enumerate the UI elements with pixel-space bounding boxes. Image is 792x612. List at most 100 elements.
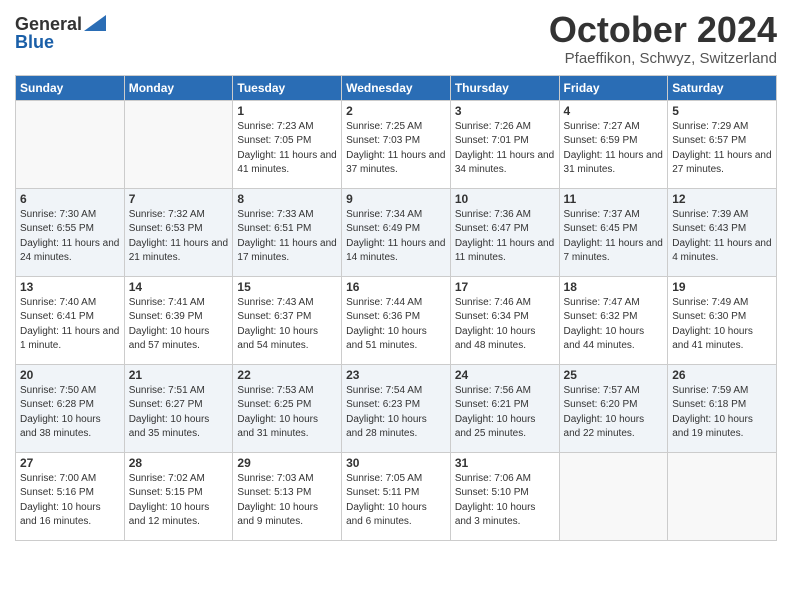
calendar-cell: 20 Sunrise: 7:50 AMSunset: 6:28 PMDayligh… — [16, 364, 125, 452]
calendar-cell — [124, 100, 233, 188]
calendar-cell: 8 Sunrise: 7:33 AMSunset: 6:51 PMDaylight… — [233, 188, 342, 276]
day-number: 14 — [129, 280, 229, 294]
day-info: Sunrise: 7:29 AMSunset: 6:57 PMDaylight:… — [672, 120, 772, 178]
calendar-cell: 27Sunrise: 7:00 AMSunset: 5:16 PMDayligh… — [16, 452, 125, 540]
calendar-cell: 10 Sunrise: 7:36 AMSunset: 6:47 PMDayligh… — [450, 188, 559, 276]
day-info: Sunrise: 7:00 AMSunset: 5:16 PMDaylight:… — [20, 472, 120, 530]
day-number: 28 — [129, 456, 229, 470]
column-header-wednesday: Wednesday — [342, 75, 451, 100]
calendar-week-row: 1 Sunrise: 7:23 AMSunset: 7:05 PMDaylight… — [16, 100, 777, 188]
column-header-tuesday: Tuesday — [233, 75, 342, 100]
calendar-cell: 26 Sunrise: 7:59 AMSunset: 6:18 PMDayligh… — [668, 364, 777, 452]
calendar-cell: 28 Sunrise: 7:02 AMSunset: 5:15 PMDayligh… — [124, 452, 233, 540]
logo-icon — [84, 15, 106, 31]
day-number: 6 — [20, 192, 120, 206]
calendar-cell: 18Sunrise: 7:47 AMSunset: 6:32 PMDayligh… — [559, 276, 668, 364]
calendar-cell: 19 Sunrise: 7:49 AMSunset: 6:30 PMDayligh… — [668, 276, 777, 364]
day-number: 21 — [129, 368, 229, 382]
calendar-cell: 25 Sunrise: 7:57 AMSunset: 6:20 PMDayligh… — [559, 364, 668, 452]
day-number: 20 — [20, 368, 120, 382]
day-info: Sunrise: 7:59 AMSunset: 6:18 PMDaylight:… — [672, 384, 772, 442]
day-info: Sunrise: 7:54 AMSunset: 6:23 PMDaylight:… — [346, 384, 446, 442]
calendar-cell: 13Sunrise: 7:40 AMSunset: 6:41 PMDayligh… — [16, 276, 125, 364]
logo-general-text: General — [15, 15, 82, 33]
location: Pfaeffikon, Schwyz, Switzerland — [549, 50, 777, 67]
calendar-cell: 6 Sunrise: 7:30 AMSunset: 6:55 PMDaylight… — [16, 188, 125, 276]
logo: General Blue — [15, 15, 106, 51]
calendar-cell — [559, 452, 668, 540]
day-number: 11 — [564, 192, 664, 206]
day-number: 22 — [237, 368, 337, 382]
day-info: Sunrise: 7:47 AMSunset: 6:32 PMDaylight:… — [564, 296, 664, 354]
calendar-cell: 12 Sunrise: 7:39 AMSunset: 6:43 PMDayligh… — [668, 188, 777, 276]
day-number: 12 — [672, 192, 772, 206]
column-header-friday: Friday — [559, 75, 668, 100]
day-info: Sunrise: 7:34 AMSunset: 6:49 PMDaylight:… — [346, 208, 446, 266]
calendar-cell: 23Sunrise: 7:54 AMSunset: 6:23 PMDayligh… — [342, 364, 451, 452]
day-number: 1 — [237, 104, 337, 118]
day-number: 26 — [672, 368, 772, 382]
calendar-cell — [668, 452, 777, 540]
column-header-saturday: Saturday — [668, 75, 777, 100]
day-info: Sunrise: 7:43 AMSunset: 6:37 PMDaylight:… — [237, 296, 337, 354]
calendar-week-row: 27Sunrise: 7:00 AMSunset: 5:16 PMDayligh… — [16, 452, 777, 540]
day-info: Sunrise: 7:33 AMSunset: 6:51 PMDaylight:… — [237, 208, 337, 266]
day-info: Sunrise: 7:50 AMSunset: 6:28 PMDaylight:… — [20, 384, 120, 442]
day-number: 5 — [672, 104, 772, 118]
day-number: 29 — [237, 456, 337, 470]
calendar-cell: 30 Sunrise: 7:05 AMSunset: 5:11 PMDayligh… — [342, 452, 451, 540]
day-info: Sunrise: 7:37 AMSunset: 6:45 PMDaylight:… — [564, 208, 664, 266]
calendar-cell — [16, 100, 125, 188]
calendar-cell: 24 Sunrise: 7:56 AMSunset: 6:21 PMDayligh… — [450, 364, 559, 452]
column-header-thursday: Thursday — [450, 75, 559, 100]
calendar-cell: 2Sunrise: 7:25 AMSunset: 7:03 PMDaylight… — [342, 100, 451, 188]
day-info: Sunrise: 7:36 AMSunset: 6:47 PMDaylight:… — [455, 208, 555, 266]
day-info: Sunrise: 7:32 AMSunset: 6:53 PMDaylight:… — [129, 208, 229, 266]
day-info: Sunrise: 7:06 AMSunset: 5:10 PMDaylight:… — [455, 472, 555, 530]
day-number: 7 — [129, 192, 229, 206]
day-number: 31 — [455, 456, 555, 470]
day-info: Sunrise: 7:53 AMSunset: 6:25 PMDaylight:… — [237, 384, 337, 442]
day-number: 15 — [237, 280, 337, 294]
day-number: 25 — [564, 368, 664, 382]
column-header-monday: Monday — [124, 75, 233, 100]
calendar-cell: 14 Sunrise: 7:41 AMSunset: 6:39 PMDayligh… — [124, 276, 233, 364]
calendar-cell: 4 Sunrise: 7:27 AMSunset: 6:59 PMDaylight… — [559, 100, 668, 188]
column-header-sunday: Sunday — [16, 75, 125, 100]
day-info: Sunrise: 7:40 AMSunset: 6:41 PMDaylight:… — [20, 296, 120, 354]
calendar-cell: 11 Sunrise: 7:37 AMSunset: 6:45 PMDayligh… — [559, 188, 668, 276]
calendar-cell: 3Sunrise: 7:26 AMSunset: 7:01 PMDaylight… — [450, 100, 559, 188]
day-info: Sunrise: 7:39 AMSunset: 6:43 PMDaylight:… — [672, 208, 772, 266]
calendar-cell: 7 Sunrise: 7:32 AMSunset: 6:53 PMDaylight… — [124, 188, 233, 276]
calendar-cell: 17Sunrise: 7:46 AMSunset: 6:34 PMDayligh… — [450, 276, 559, 364]
calendar-cell: 21 Sunrise: 7:51 AMSunset: 6:27 PMDayligh… — [124, 364, 233, 452]
calendar-header-row: SundayMondayTuesdayWednesdayThursdayFrid… — [16, 75, 777, 100]
logo-blue-text: Blue — [15, 33, 54, 51]
calendar-week-row: 6 Sunrise: 7:30 AMSunset: 6:55 PMDaylight… — [16, 188, 777, 276]
day-info: Sunrise: 7:02 AMSunset: 5:15 PMDaylight:… — [129, 472, 229, 530]
page-header: General Blue October 2024 Pfaeffikon, Sc… — [15, 10, 777, 67]
day-info: Sunrise: 7:05 AMSunset: 5:11 PMDaylight:… — [346, 472, 446, 530]
calendar-cell: 1 Sunrise: 7:23 AMSunset: 7:05 PMDaylight… — [233, 100, 342, 188]
day-info: Sunrise: 7:56 AMSunset: 6:21 PMDaylight:… — [455, 384, 555, 442]
day-info: Sunrise: 7:27 AMSunset: 6:59 PMDaylight:… — [564, 120, 664, 178]
day-number: 19 — [672, 280, 772, 294]
day-number: 2 — [346, 104, 446, 118]
day-number: 30 — [346, 456, 446, 470]
day-info: Sunrise: 7:49 AMSunset: 6:30 PMDaylight:… — [672, 296, 772, 354]
day-number: 8 — [237, 192, 337, 206]
calendar-cell: 31 Sunrise: 7:06 AMSunset: 5:10 PMDayligh… — [450, 452, 559, 540]
day-number: 17 — [455, 280, 555, 294]
day-number: 4 — [564, 104, 664, 118]
day-number: 10 — [455, 192, 555, 206]
day-number: 24 — [455, 368, 555, 382]
calendar-cell: 5 Sunrise: 7:29 AMSunset: 6:57 PMDaylight… — [668, 100, 777, 188]
day-info: Sunrise: 7:57 AMSunset: 6:20 PMDaylight:… — [564, 384, 664, 442]
day-info: Sunrise: 7:23 AMSunset: 7:05 PMDaylight:… — [237, 120, 337, 178]
day-info: Sunrise: 7:41 AMSunset: 6:39 PMDaylight:… — [129, 296, 229, 354]
day-info: Sunrise: 7:30 AMSunset: 6:55 PMDaylight:… — [20, 208, 120, 266]
calendar-week-row: 20 Sunrise: 7:50 AMSunset: 6:28 PMDayligh… — [16, 364, 777, 452]
day-info: Sunrise: 7:51 AMSunset: 6:27 PMDaylight:… — [129, 384, 229, 442]
calendar-cell: 16Sunrise: 7:44 AMSunset: 6:36 PMDayligh… — [342, 276, 451, 364]
calendar-cell: 15 Sunrise: 7:43 AMSunset: 6:37 PMDayligh… — [233, 276, 342, 364]
